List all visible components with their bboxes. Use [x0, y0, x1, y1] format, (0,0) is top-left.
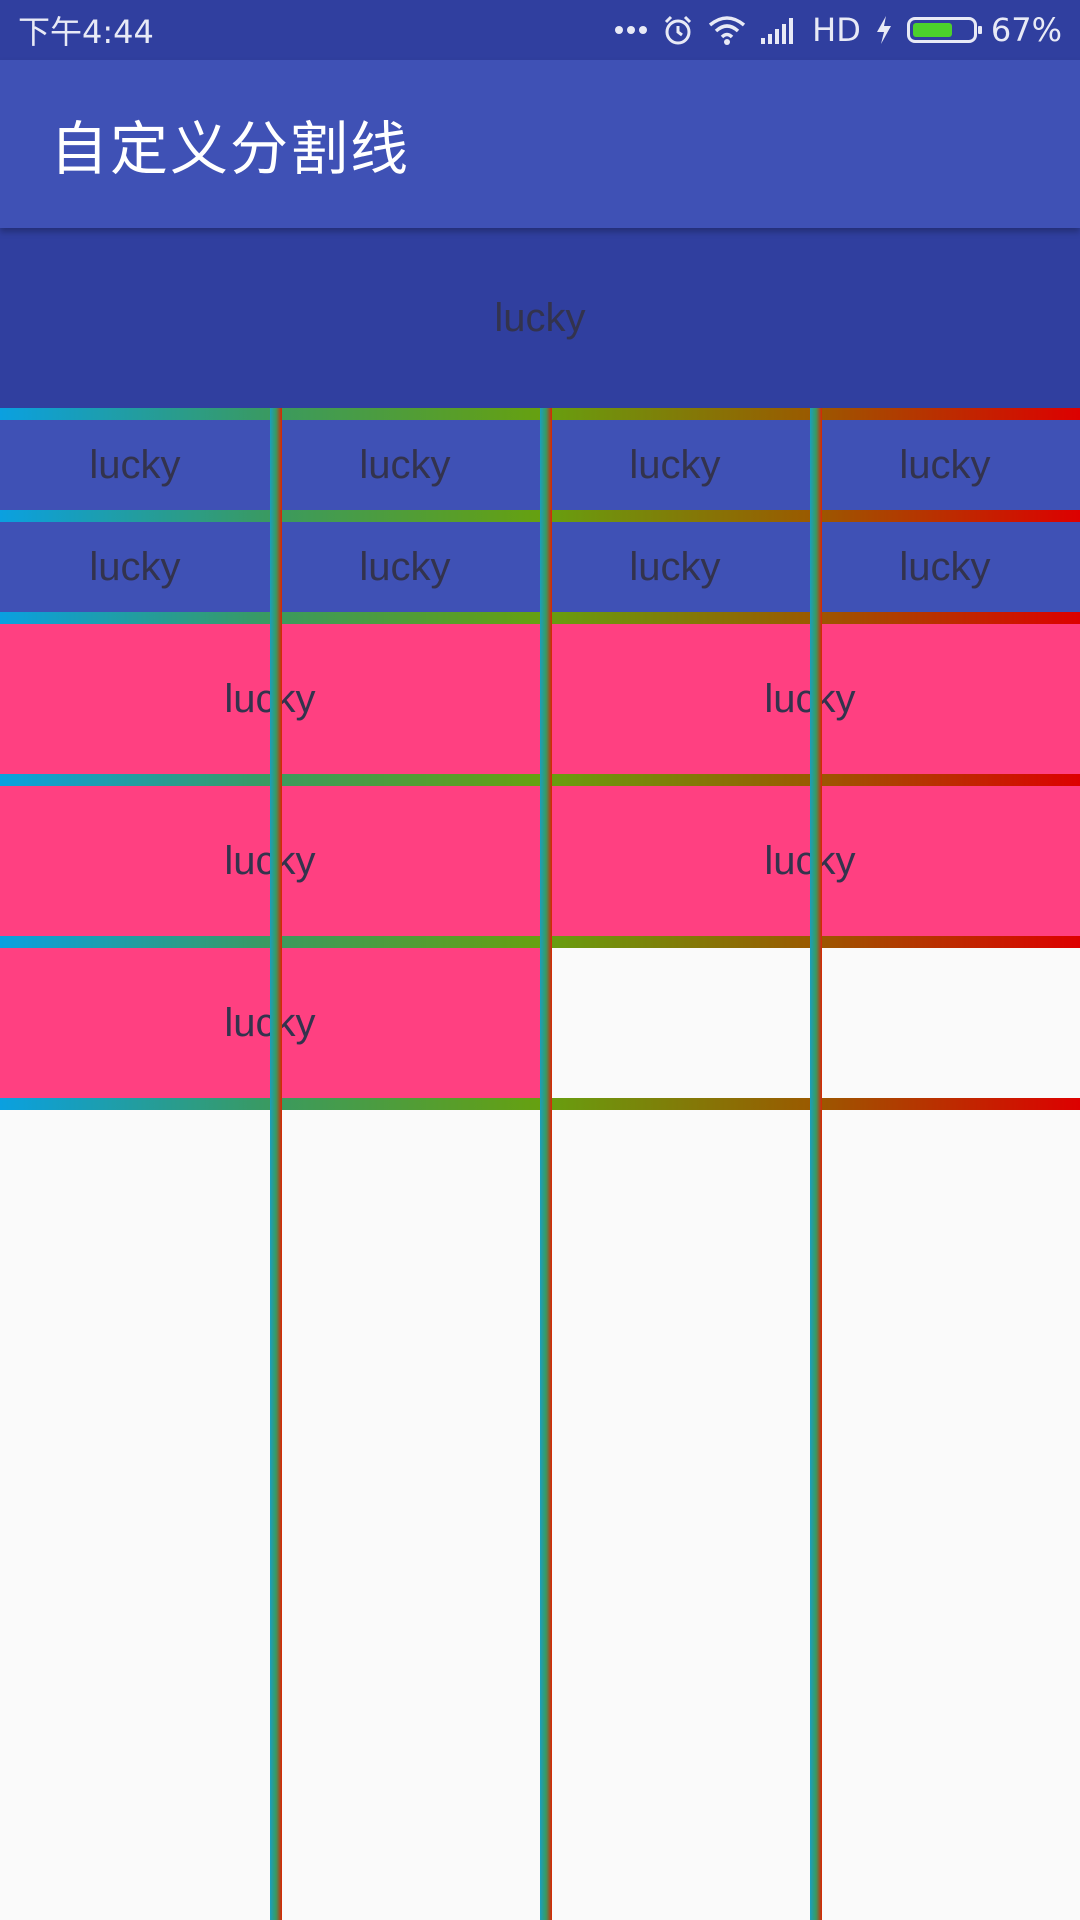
grid-item[interactable]: lucky: [810, 522, 1080, 612]
grid-item-label: lucky: [89, 544, 181, 589]
grid-item-label: lucky: [629, 442, 721, 487]
grid-item-label: lucky: [494, 295, 586, 340]
grid-item[interactable]: lucky: [540, 420, 810, 510]
grid-item-label: lucky: [359, 544, 451, 589]
grid-item-label: lucky: [899, 442, 991, 487]
status-bar: 下午4:44 HD 67%: [0, 0, 1080, 60]
battery-percent: 67%: [990, 11, 1062, 49]
wifi-icon: [708, 15, 746, 45]
grid-item[interactable]: lucky: [270, 522, 540, 612]
network-label: HD: [812, 11, 861, 49]
battery-level: [912, 23, 952, 37]
grid-item-label: lucky: [899, 544, 991, 589]
grid-item[interactable]: lucky: [270, 420, 540, 510]
grid-item-label: lucky: [89, 442, 181, 487]
grid-item[interactable]: lucky: [0, 522, 270, 612]
page-title: 自定义分割线: [50, 115, 411, 183]
grid-item[interactable]: lucky: [810, 420, 1080, 510]
recycler-grid[interactable]: lucky lucky lucky lucky lucky lucky luck…: [0, 228, 1080, 1920]
signal-icon: [760, 16, 798, 44]
battery-icon: [906, 17, 982, 43]
status-time: 下午4:44: [18, 13, 154, 51]
ellipsis-icon: [614, 25, 648, 35]
divider-vertical: [540, 408, 552, 1920]
bolt-icon: [875, 15, 893, 45]
divider-vertical: [270, 408, 282, 1920]
grid-item-label: lucky: [359, 442, 451, 487]
grid-item[interactable]: lucky: [540, 522, 810, 612]
grid-item[interactable]: lucky: [0, 420, 270, 510]
grid-item[interactable]: lucky: [0, 228, 1080, 408]
status-icons: HD 67%: [614, 11, 1062, 49]
divider-vertical: [810, 408, 822, 1920]
grid-item-label: lucky: [629, 544, 721, 589]
app-toolbar: 自定义分割线: [0, 60, 1080, 228]
alarm-icon: [662, 14, 694, 46]
